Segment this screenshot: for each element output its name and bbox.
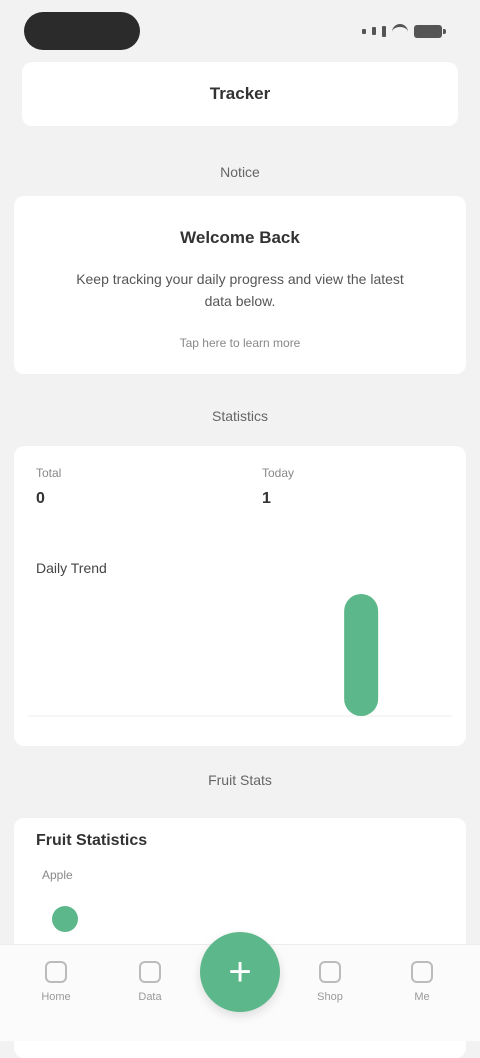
- fruit-title: Fruit Statistics: [36, 832, 148, 849]
- notice-link[interactable]: Tap here to learn more: [14, 336, 466, 350]
- home-icon: [45, 961, 67, 983]
- chart-title: Daily Trend: [36, 560, 107, 576]
- title-card: Tracker: [22, 62, 458, 126]
- stat-value: 0: [36, 490, 45, 507]
- time-pill: [24, 12, 140, 50]
- chart-bar: [344, 594, 379, 716]
- tab-label: Home: [41, 991, 71, 1003]
- signal-icon: [382, 25, 386, 37]
- tab-data[interactable]: Data: [118, 955, 182, 1025]
- status-bar: [0, 0, 480, 64]
- section-header-notice: Notice: [220, 164, 260, 180]
- stats-card: Total 0 Today 1 Daily Trend: [14, 446, 466, 746]
- section-header-stats: Statistics: [211, 408, 268, 424]
- person-icon: [411, 961, 433, 983]
- fruit-subtitle: Apple: [42, 868, 73, 882]
- notice-title: Welcome Back: [180, 228, 300, 247]
- stat-label: Today: [262, 466, 295, 480]
- stat-value: 1: [262, 490, 271, 507]
- tab-label: Data: [138, 991, 162, 1003]
- trend-chart: [28, 594, 452, 717]
- stat-today: Today 1: [262, 466, 294, 508]
- tab-shop[interactable]: Shop: [298, 955, 362, 1025]
- status-icons: [362, 24, 446, 38]
- wifi-icon: [392, 24, 408, 38]
- signal-icon: [372, 27, 376, 35]
- page-title: Tracker: [209, 84, 271, 103]
- tab-me[interactable]: Me: [390, 955, 454, 1025]
- fruit-color-dot: [52, 906, 78, 932]
- stat-total: Total 0: [36, 466, 61, 508]
- section-header-fruit: Fruit Stats: [208, 772, 272, 788]
- signal-icon: [362, 28, 366, 34]
- add-button[interactable]: +: [200, 932, 280, 1012]
- notice-card: Welcome Back Keep tracking your daily pr…: [14, 196, 466, 374]
- tab-home[interactable]: Home: [24, 955, 88, 1025]
- tab-label: Me: [414, 991, 430, 1003]
- stat-label: Total: [36, 466, 62, 480]
- bag-icon: [319, 961, 341, 983]
- battery-icon: [414, 24, 446, 38]
- tab-label: Shop: [317, 991, 343, 1003]
- chart-icon: [139, 961, 161, 983]
- notice-body: Keep tracking your daily progress and vi…: [76, 271, 404, 309]
